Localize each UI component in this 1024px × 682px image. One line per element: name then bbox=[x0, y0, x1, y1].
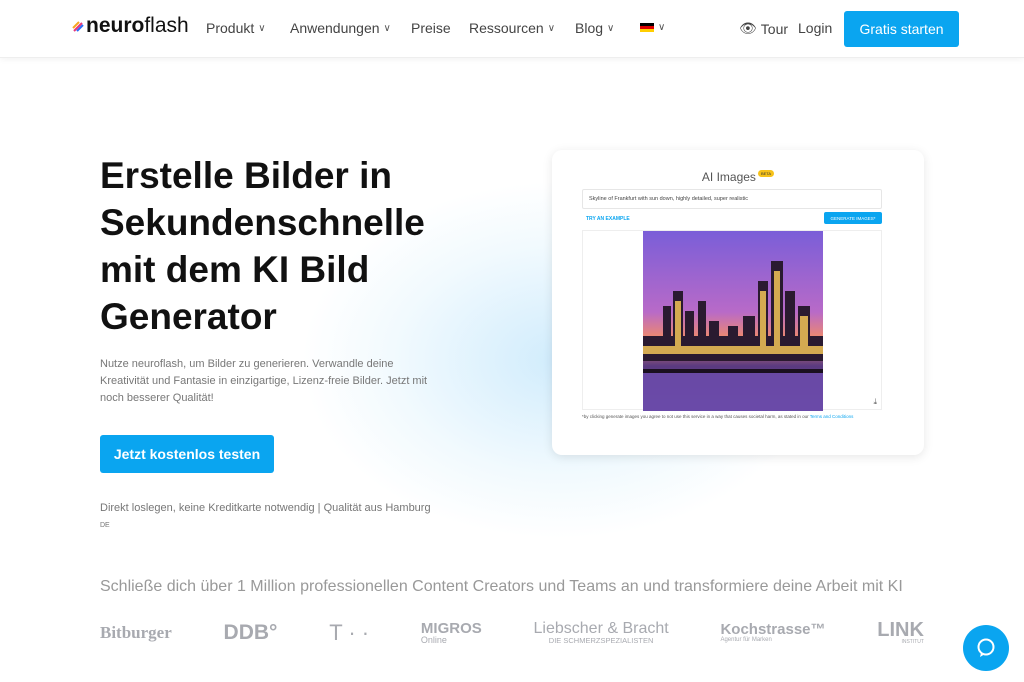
logo-liebscher-bracht: Liebscher & Bracht DIE SCHMERZSPEZIALISTE… bbox=[533, 619, 669, 645]
logo-name: Kochstrasse™ bbox=[720, 621, 826, 638]
terms-notice: *by clicking generate images you agree t… bbox=[582, 413, 882, 420]
download-icon[interactable]: ⤓ bbox=[873, 397, 877, 407]
chevron-down-icon: ∨ bbox=[547, 22, 556, 34]
tour-link[interactable]: 👁 Tour bbox=[739, 20, 788, 37]
logo-text-bold: neuro bbox=[86, 14, 145, 37]
nav-ressourcen[interactable]: Ressourcen ∨ bbox=[469, 20, 555, 36]
login-link[interactable]: Login bbox=[798, 20, 832, 36]
logo-ddb: DDB° bbox=[223, 621, 278, 644]
logo-kochstrasse: Kochstrasse™ Agentur für Marken bbox=[720, 622, 825, 643]
chevron-down-icon: ∨ bbox=[607, 22, 615, 34]
generate-images-button[interactable]: GENERATE IMAGES* bbox=[824, 212, 882, 224]
nav-blog[interactable]: Blog ∨ bbox=[575, 20, 614, 36]
nav-label: Produkt bbox=[206, 20, 255, 36]
demo-title: AI Images BETA bbox=[552, 170, 924, 184]
hero-title: Erstelle Bilder in Sekundenschnelle mit … bbox=[100, 155, 425, 337]
beta-badge: BETA bbox=[757, 170, 775, 177]
nav-anwendungen[interactable]: Anwendungen ∨ bbox=[290, 20, 391, 36]
logo-sub: DIE SCHMERZSPEZIALISTEN bbox=[548, 635, 654, 645]
top-nav: neuro flash Produkt ∨ Anwendungen ∨ Preise … bbox=[0, 0, 1024, 58]
hero-subtitle: Nutze neuroflash, um Bilder zu generiere… bbox=[100, 358, 428, 404]
eye-icon: 👁 bbox=[739, 20, 757, 36]
demo-title-text: AI Images bbox=[701, 170, 756, 184]
social-proof-text: Schließe dich über 1 Million professione… bbox=[100, 578, 903, 595]
language-label: DE bbox=[100, 522, 110, 529]
nav-label: Ressourcen bbox=[469, 20, 544, 36]
logo-bitburger: Bitburger bbox=[100, 623, 172, 642]
image-result-frame: ⤓ bbox=[582, 230, 882, 411]
logo-sub: Online bbox=[420, 634, 447, 645]
ai-images-demo: AI Images BETA Skyline of Frankfurt with … bbox=[552, 150, 924, 455]
logo-icon bbox=[72, 21, 84, 32]
nav-label: Anwendungen bbox=[290, 20, 380, 36]
logo-telekom: T · · bbox=[329, 619, 370, 645]
logo-text-light: flash bbox=[144, 14, 189, 37]
tour-label: Tour bbox=[760, 20, 789, 37]
chevron-down-icon: ∨ bbox=[258, 22, 266, 34]
nav-preise[interactable]: Preise bbox=[411, 20, 451, 36]
terms-link[interactable]: Terms and Conditions bbox=[810, 414, 854, 419]
try-example-link[interactable]: TRY AN EXAMPLE bbox=[586, 216, 630, 222]
prompt-input[interactable]: Skyline of Frankfurt with sun down, high… bbox=[582, 189, 882, 209]
try-free-button[interactable]: Jetzt kostenlos testen bbox=[100, 435, 274, 473]
logo-name: Liebscher & Bracht bbox=[533, 619, 669, 637]
logo-name: LINK bbox=[877, 619, 924, 641]
chat-icon bbox=[977, 638, 995, 657]
nav-produkt[interactable]: Produkt ∨ bbox=[206, 20, 266, 36]
nav-label: Blog bbox=[575, 20, 604, 36]
logo[interactable]: neuro flash bbox=[72, 14, 189, 38]
nav-label: Preise bbox=[411, 20, 451, 36]
customer-logos: Bitburger DDB° T · · MIGROS Online Liebsc… bbox=[100, 620, 924, 645]
chevron-down-icon: ∨ bbox=[658, 22, 666, 33]
chat-widget-button[interactable] bbox=[963, 625, 1009, 671]
logo-migros: MIGROS Online bbox=[421, 621, 482, 645]
hero-note: Direkt loslegen, keine Kreditkarte notwe… bbox=[100, 502, 431, 514]
generated-skyline-image bbox=[643, 231, 823, 411]
chevron-down-icon: ∨ bbox=[383, 22, 391, 34]
gratis-starten-button[interactable]: Gratis starten bbox=[844, 11, 959, 47]
logo-name: MIGROS bbox=[420, 619, 482, 637]
terms-text: *by clicking generate images you agree t… bbox=[582, 414, 810, 419]
de-flag-icon bbox=[640, 23, 654, 32]
logo-link-institut: LINK INSTITUT bbox=[877, 620, 924, 645]
language-selector[interactable]: ∨ bbox=[640, 22, 665, 33]
login-label: Login bbox=[798, 20, 833, 36]
